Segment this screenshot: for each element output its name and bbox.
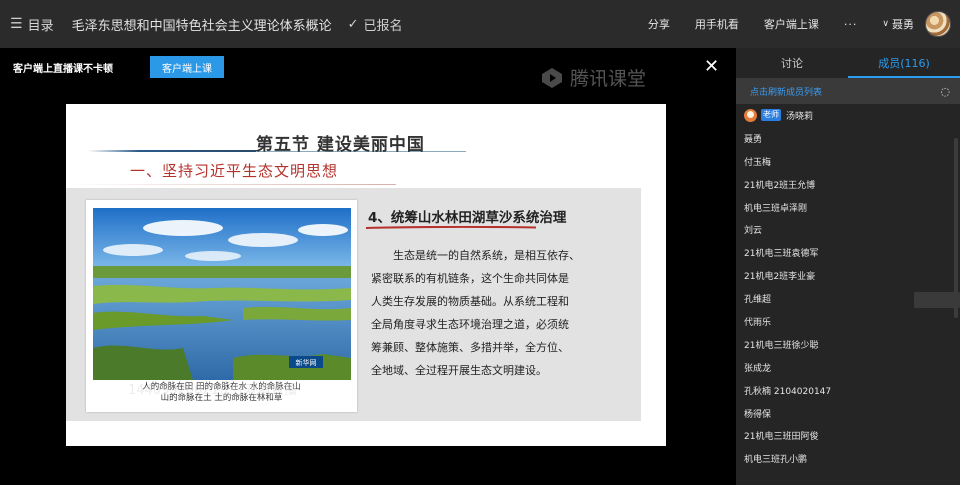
tencent-classroom-logo: 腾讯课堂: [540, 64, 646, 91]
catalog-label: 目录: [27, 18, 54, 34]
check-icon: ✓: [347, 16, 359, 32]
watch-on-phone-button[interactable]: 用手机看: [695, 16, 739, 32]
client-notice: 客户端上直播课不卡顿: [13, 64, 113, 75]
catalog-menu-button[interactable]: ☰ 目录: [10, 15, 54, 34]
xinhua-badge: 新华网: [296, 358, 317, 367]
member-list-scrollbar[interactable]: [954, 138, 958, 318]
list-item[interactable]: 21机电2班李业豪: [744, 264, 960, 287]
play-logo-icon: [542, 67, 562, 88]
list-item[interactable]: 21机电三班田阿俊: [744, 424, 960, 447]
teacher-badge: 老师: [761, 109, 781, 122]
viewer-watermark: 14409920021正在观看直播: [128, 383, 297, 398]
point-underline: [366, 226, 536, 229]
section-title: 第五节 建设美丽中国: [256, 135, 425, 155]
landscape-photo: 新华网: [93, 208, 351, 380]
list-item[interactable]: 21机电三班袁德军: [744, 241, 960, 264]
list-item[interactable]: 刘云: [744, 218, 960, 241]
body-line: 紧密联系的有机链条，这个生命共同体是: [371, 272, 569, 285]
list-item[interactable]: 孔秋楠 2104020147: [744, 379, 960, 402]
client-class-blue-button[interactable]: 客户端上课: [150, 56, 224, 78]
more-button[interactable]: ···: [844, 18, 858, 31]
member-name: 汤晓莉: [786, 111, 814, 122]
wetland-landscape-image: 新华网: [93, 208, 351, 380]
floating-tooltip: [914, 292, 960, 308]
body-line: 全地域、全过程开展生态文明建设。: [371, 364, 547, 377]
tab-discussion[interactable]: 讨论: [736, 48, 848, 78]
list-item[interactable]: 张成龙: [744, 356, 960, 379]
user-menu[interactable]: ∨ 聂勇: [882, 11, 951, 37]
top-actions: 分享 用手机看 客户端上课 ··· ∨ 聂勇: [648, 0, 960, 48]
list-item[interactable]: 老师 汤晓莉: [744, 104, 960, 127]
list-item[interactable]: 聂勇: [744, 127, 960, 150]
subtitle-divider: [66, 184, 396, 185]
list-item[interactable]: 机电三班卓泽刚: [744, 196, 960, 219]
chevron-down-icon: ∨: [882, 19, 889, 29]
enrolled-status: ✓ 已报名: [348, 15, 403, 34]
title-divider: [88, 150, 258, 152]
tab-members[interactable]: 成员(116): [848, 48, 960, 78]
panel-tabs: 讨论 成员(116): [736, 48, 960, 78]
list-item[interactable]: 杨得保: [744, 402, 960, 425]
refresh-members-label[interactable]: 点击刷新成员列表: [750, 85, 822, 98]
slide-subtitle: 一、坚持习近平生态文明思想: [130, 162, 339, 180]
list-item[interactable]: 机电三班孔小鹏: [744, 447, 960, 470]
list-item[interactable]: 21机电三班徐少聪: [744, 333, 960, 356]
menu-icon: ☰: [10, 16, 23, 32]
avatar[interactable]: [925, 11, 951, 37]
refresh-icon[interactable]: ◌: [940, 85, 950, 98]
teacher-avatar: [744, 108, 757, 122]
user-name: 聂勇: [892, 18, 914, 31]
client-class-button[interactable]: 客户端上课: [764, 16, 819, 32]
slide-body-text: 生态是统一的自然系统，是相互依存、 紧密联系的有机链条，这个生命共同体是 人类生…: [371, 244, 613, 382]
list-item[interactable]: 21机电2班王允博: [744, 173, 960, 196]
course-title: 毛泽东思想和中国特色社会主义理论体系概论: [71, 18, 332, 34]
point-title: 4、统筹山水林田湖草沙系统治理: [368, 210, 567, 226]
list-item[interactable]: 代雨乐: [744, 310, 960, 333]
member-list: 老师 汤晓莉 聂勇 付玉梅 21机电2班王允博 机电三班卓泽刚 刘云 21机电三…: [736, 104, 960, 470]
body-line: 人类生存发展的物质基础。从系统工程和: [371, 295, 569, 308]
refresh-members-bar[interactable]: 点击刷新成员列表 ◌: [736, 78, 960, 104]
brand-name: 腾讯课堂: [570, 68, 647, 90]
list-item[interactable]: 付玉梅: [744, 150, 960, 173]
close-icon[interactable]: ✕: [704, 56, 719, 77]
live-video-area: 客户端上直播课不卡顿 客户端上课 腾讯课堂 ✕ 第五节 建设美丽中国 一、坚持习…: [0, 48, 736, 485]
body-line: 全局角度寻求生态环境治理之道，必须统: [371, 318, 569, 331]
presentation-slide: 第五节 建设美丽中国 一、坚持习近平生态文明思想 新华网 人的命脉在田 田的命脉…: [66, 104, 666, 446]
share-button[interactable]: 分享: [648, 16, 670, 32]
enrolled-label: 已报名: [363, 18, 403, 34]
top-bar: ☰ 目录 毛泽东思想和中国特色社会主义理论体系概论 ✓ 已报名 分享 用手机看 …: [0, 0, 960, 48]
body-line: 筹兼顾、整体施策、多措并举，全方位、: [371, 341, 569, 354]
side-panel: 讨论 成员(116) 点击刷新成员列表 ◌ 老师 汤晓莉 聂勇 付玉梅 21机电…: [736, 48, 960, 485]
body-line: 生态是统一的自然系统，是相互依存、: [393, 249, 580, 262]
